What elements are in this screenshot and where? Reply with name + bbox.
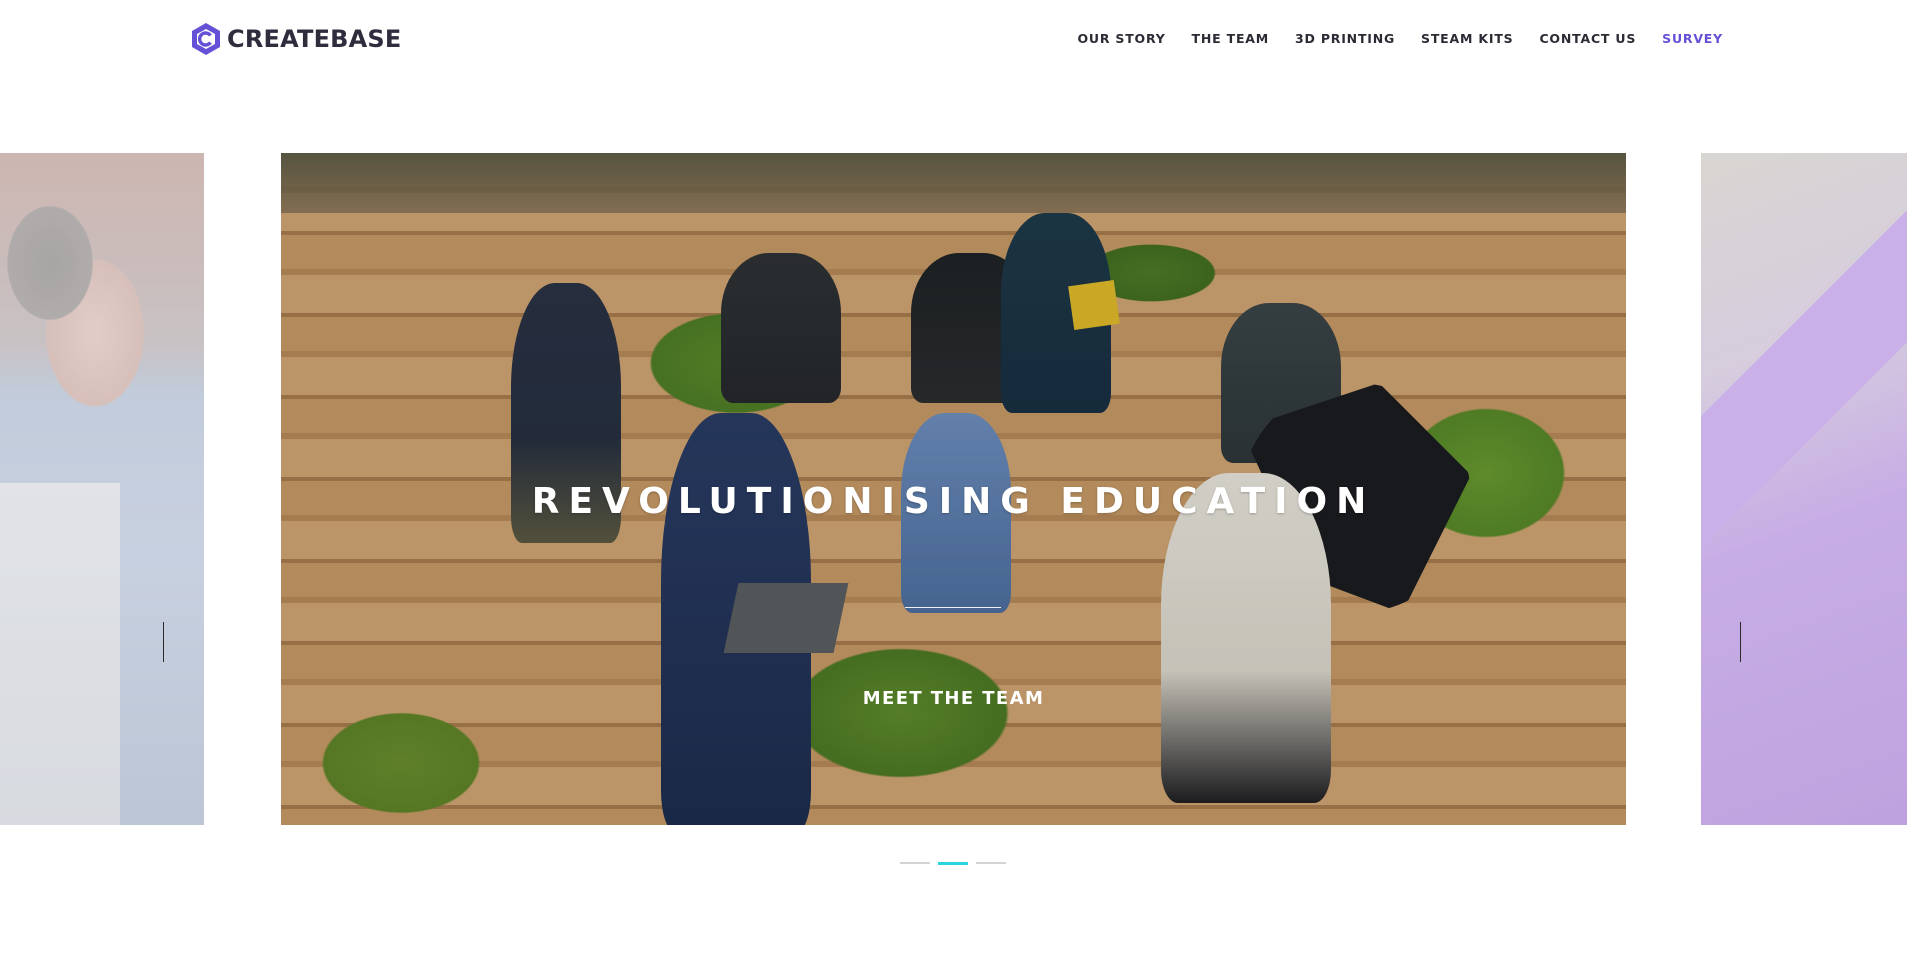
site-header: CREATEBASE OUR STORY THE TEAM 3D PRINTIN…	[0, 0, 1907, 80]
pagination-dot-3[interactable]	[976, 862, 1006, 864]
nav-the-team[interactable]: THE TEAM	[1192, 31, 1269, 46]
carousel-next-arrow[interactable]	[1740, 622, 1741, 662]
nav-contact-us[interactable]: CONTACT US	[1539, 31, 1636, 46]
carousel-pagination	[900, 861, 1006, 865]
hexagon-c-logo-icon	[192, 23, 220, 55]
nav-steam-kits[interactable]: STEAM KITS	[1421, 31, 1513, 46]
carousel-slide-previous[interactable]	[0, 153, 204, 825]
nav-our-story[interactable]: OUR STORY	[1077, 31, 1165, 46]
nav-3d-printing[interactable]: 3D PRINTING	[1295, 31, 1395, 46]
hero-carousel: REVOLUTIONISING EDUCATION MEET THE TEAM	[0, 153, 1907, 825]
hero-title: REVOLUTIONISING EDUCATION	[531, 481, 1376, 522]
pagination-dot-2[interactable]	[938, 861, 968, 865]
nav-survey[interactable]: SURVEY	[1662, 31, 1723, 46]
pagination-dot-1[interactable]	[900, 862, 930, 864]
hero-divider	[905, 607, 1001, 608]
page: CREATEBASE OUR STORY THE TEAM 3D PRINTIN…	[0, 0, 1907, 977]
brand-logo[interactable]: CREATEBASE	[191, 22, 402, 56]
main-nav: OUR STORY THE TEAM 3D PRINTING STEAM KIT…	[1077, 31, 1723, 46]
carousel-slide-active: REVOLUTIONISING EDUCATION MEET THE TEAM	[281, 153, 1626, 825]
carousel-slide-next[interactable]	[1701, 153, 1907, 825]
carousel-prev-arrow[interactable]	[163, 622, 164, 662]
brand-name: CREATEBASE	[227, 25, 402, 53]
meet-the-team-link[interactable]: MEET THE TEAM	[281, 688, 1626, 709]
